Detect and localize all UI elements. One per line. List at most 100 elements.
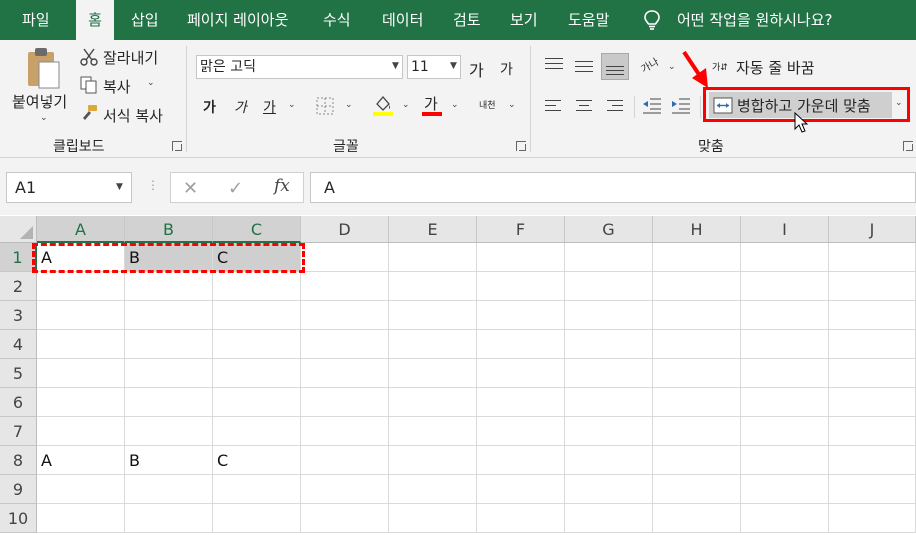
bold-button[interactable]: 가 <box>203 97 216 117</box>
fill-color-icon[interactable] <box>373 94 393 116</box>
cell-a8[interactable]: A <box>37 446 125 475</box>
cell-c2[interactable] <box>213 272 301 301</box>
cell-h7[interactable] <box>653 417 741 446</box>
cell-b9[interactable] <box>125 475 213 504</box>
cell-c10[interactable] <box>213 504 301 533</box>
cell-c3[interactable] <box>213 301 301 330</box>
cell-d7[interactable] <box>301 417 389 446</box>
tab-view[interactable]: 보기 <box>510 0 538 40</box>
cell-g5[interactable] <box>565 359 653 388</box>
tab-home[interactable]: 홈 <box>76 0 114 40</box>
cell-h9[interactable] <box>653 475 741 504</box>
column-header-g[interactable]: G <box>565 216 653 243</box>
align-left-icon[interactable] <box>545 98 565 116</box>
cell-f3[interactable] <box>477 301 565 330</box>
cell-a9[interactable] <box>37 475 125 504</box>
formula-input[interactable]: A <box>310 172 916 203</box>
cell-c7[interactable] <box>213 417 301 446</box>
column-header-c[interactable]: C <box>213 216 301 243</box>
tab-page-layout[interactable]: 페이지 레이아웃 <box>187 0 288 40</box>
cell-b6[interactable] <box>125 388 213 417</box>
cell-i2[interactable] <box>741 272 829 301</box>
cell-a4[interactable] <box>37 330 125 359</box>
column-header-d[interactable]: D <box>301 216 389 243</box>
row-header-9[interactable]: 9 <box>0 475 37 504</box>
cell-i10[interactable] <box>741 504 829 533</box>
cell-j1[interactable] <box>829 243 916 272</box>
cell-a6[interactable] <box>37 388 125 417</box>
cell-e5[interactable] <box>389 359 477 388</box>
cell-i6[interactable] <box>741 388 829 417</box>
cancel-icon[interactable]: ✕ <box>183 178 198 199</box>
cell-d2[interactable] <box>301 272 389 301</box>
cell-d3[interactable] <box>301 301 389 330</box>
underline-dropdown-icon[interactable]: ⌄ <box>288 100 296 110</box>
cell-e3[interactable] <box>389 301 477 330</box>
font-color-button[interactable]: 가 <box>424 93 438 114</box>
cell-j6[interactable] <box>829 388 916 417</box>
cell-d9[interactable] <box>301 475 389 504</box>
row-header-4[interactable]: 4 <box>0 330 37 359</box>
scissors-icon[interactable] <box>80 48 98 66</box>
cell-a2[interactable] <box>37 272 125 301</box>
cell-g2[interactable] <box>565 272 653 301</box>
copy-button[interactable]: 복사 <box>103 76 131 97</box>
orientation-dropdown-icon[interactable]: ⌄ <box>668 62 676 72</box>
wrap-text-button[interactable]: 자동 줄 바꿈 <box>736 57 815 78</box>
cell-i9[interactable] <box>741 475 829 504</box>
clipboard-dialog-launcher[interactable] <box>172 141 182 151</box>
cell-e2[interactable] <box>389 272 477 301</box>
insert-function-button[interactable]: fx <box>274 176 290 196</box>
cell-j9[interactable] <box>829 475 916 504</box>
cut-button[interactable]: 잘라내기 <box>103 47 158 68</box>
cell-c8[interactable]: C <box>213 446 301 475</box>
cell-b2[interactable] <box>125 272 213 301</box>
cell-h3[interactable] <box>653 301 741 330</box>
paste-dropdown-icon[interactable]: ⌄ <box>40 113 48 123</box>
column-header-a[interactable]: A <box>37 216 125 243</box>
phonetic-dropdown-icon[interactable]: ⌄ <box>508 100 516 110</box>
cell-e10[interactable] <box>389 504 477 533</box>
cell-d10[interactable] <box>301 504 389 533</box>
cell-g4[interactable] <box>565 330 653 359</box>
cell-g10[interactable] <box>565 504 653 533</box>
orientation-button[interactable]: 가나 <box>637 53 660 76</box>
grow-font-button[interactable]: 가 <box>469 57 484 81</box>
cell-d6[interactable] <box>301 388 389 417</box>
cell-h5[interactable] <box>653 359 741 388</box>
cell-e6[interactable] <box>389 388 477 417</box>
row-header-5[interactable]: 5 <box>0 359 37 388</box>
tab-formulas[interactable]: 수식 <box>323 0 351 40</box>
font-dialog-launcher[interactable] <box>516 141 526 151</box>
cell-b4[interactable] <box>125 330 213 359</box>
cell-e9[interactable] <box>389 475 477 504</box>
cell-g9[interactable] <box>565 475 653 504</box>
cell-g7[interactable] <box>565 417 653 446</box>
font-size-dropdown-icon[interactable]: ▼ <box>450 61 457 71</box>
shrink-font-button[interactable]: 가 <box>500 59 513 79</box>
tab-help[interactable]: 도움말 <box>568 0 609 40</box>
cell-c6[interactable] <box>213 388 301 417</box>
cell-h4[interactable] <box>653 330 741 359</box>
cell-i4[interactable] <box>741 330 829 359</box>
align-bottom-icon[interactable] <box>601 53 629 80</box>
cell-j8[interactable] <box>829 446 916 475</box>
column-header-j[interactable]: J <box>829 216 916 243</box>
cell-d4[interactable] <box>301 330 389 359</box>
tab-data[interactable]: 데이터 <box>382 0 423 40</box>
paste-label[interactable]: 붙여넣기 <box>12 91 67 112</box>
cell-d1[interactable] <box>301 243 389 272</box>
row-header-10[interactable]: 10 <box>0 504 37 533</box>
decrease-indent-icon[interactable] <box>642 97 662 115</box>
cell-b8[interactable]: B <box>125 446 213 475</box>
cell-a10[interactable] <box>37 504 125 533</box>
cell-j7[interactable] <box>829 417 916 446</box>
font-name-dropdown-icon[interactable]: ▼ <box>392 61 399 71</box>
cell-f1[interactable] <box>477 243 565 272</box>
cell-f4[interactable] <box>477 330 565 359</box>
column-header-e[interactable]: E <box>389 216 477 243</box>
alignment-dialog-launcher[interactable] <box>903 141 913 151</box>
borders-icon[interactable] <box>316 97 334 115</box>
cell-j2[interactable] <box>829 272 916 301</box>
name-box-dropdown-icon[interactable]: ▼ <box>116 182 123 192</box>
